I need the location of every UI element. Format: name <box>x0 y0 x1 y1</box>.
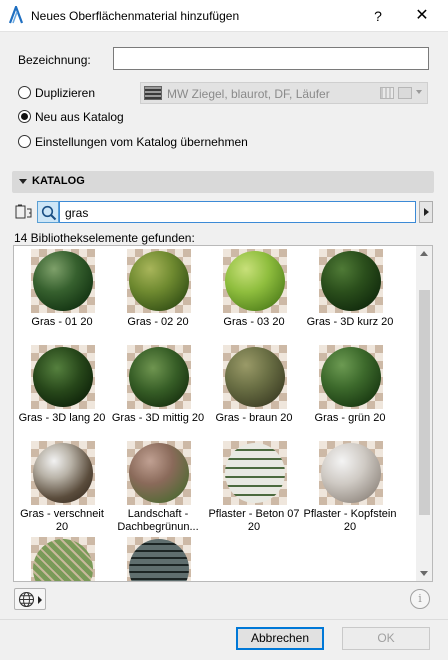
material-tile[interactable]: Gras - 01 20 <box>14 247 110 343</box>
material-sphere <box>33 347 93 407</box>
material-tile[interactable]: Gras - braun 20 <box>206 343 302 439</box>
scroll-thumb[interactable] <box>419 290 430 515</box>
material-thumbnail <box>127 441 191 505</box>
material-tile[interactable]: Landschaft - Dachbegrünun... <box>110 439 206 535</box>
image-preview-icon <box>398 87 412 99</box>
material-thumbnail <box>127 249 191 313</box>
info-button[interactable]: i <box>410 589 430 609</box>
material-sphere <box>225 347 285 407</box>
new-from-catalog-label: Neu aus Katalog <box>35 110 124 124</box>
search-toggle-button[interactable] <box>37 201 59 223</box>
duplicate-source-text: MW Ziegel, blaurot, DF, Läufer <box>167 87 330 101</box>
material-label: Gras - verschneit 20 <box>20 508 104 533</box>
search-icon <box>41 205 57 224</box>
material-thumbnail <box>319 345 383 409</box>
catalog-section-header[interactable]: KATALOG <box>12 171 434 193</box>
material-tile[interactable]: Pflaster - Beton 07 20 <box>206 439 302 535</box>
material-sphere <box>321 251 381 311</box>
material-thumbnail <box>127 537 191 581</box>
material-tile[interactable] <box>14 535 110 581</box>
material-tile[interactable]: Gras - 03 20 <box>206 247 302 343</box>
new-from-catalog-option[interactable]: Neu aus Katalog <box>18 109 158 125</box>
material-sphere <box>225 443 285 503</box>
results-count: 14 Bibliothekselemente gefunden: <box>14 231 195 245</box>
material-label: Landschaft - Dachbegrünun... <box>117 508 199 533</box>
close-button[interactable]: ✕ <box>404 4 440 28</box>
material-sphere <box>129 347 189 407</box>
duplicate-option[interactable]: Duplizieren <box>18 85 138 101</box>
search-options-button[interactable] <box>419 201 433 223</box>
material-label: Gras - 01 20 <box>31 316 93 328</box>
material-thumbnail <box>31 249 95 313</box>
globe-icon <box>18 591 35 611</box>
new-from-catalog-radio[interactable] <box>18 110 31 123</box>
pattern-preview-icon <box>380 87 394 99</box>
catalog-search-input[interactable]: gras <box>59 201 416 223</box>
duplicate-source-field: MW Ziegel, blaurot, DF, Läufer <box>140 82 428 104</box>
folder-tree-button[interactable] <box>13 201 35 223</box>
material-tile[interactable]: Gras - 02 20 <box>110 247 206 343</box>
brick-swatch-icon <box>144 86 162 100</box>
results-grid: Gras - 01 20 Gras - 02 20 Gras - 03 20 Gras… <box>13 245 433 582</box>
title-bar: Neues Oberflächenmaterial hinzufügen ? ✕ <box>0 0 448 32</box>
settings-from-catalog-radio[interactable] <box>18 135 31 148</box>
settings-from-catalog-label: Einstellungen vom Katalog übernehmen <box>35 135 248 149</box>
duplicate-radio[interactable] <box>18 86 31 99</box>
material-thumbnail <box>223 441 287 505</box>
material-label: Gras - 02 20 <box>127 316 189 328</box>
material-label: Gras - braun 20 <box>215 412 293 424</box>
material-label: Gras - 03 20 <box>223 316 285 328</box>
material-tile[interactable]: Gras - grün 20 <box>302 343 398 439</box>
scroll-down-icon[interactable] <box>420 571 428 576</box>
material-thumbnail <box>319 249 383 313</box>
material-sphere <box>321 347 381 407</box>
material-label: Gras - 3D kurz 20 <box>306 316 394 328</box>
material-tile[interactable]: Gras - 3D mittig 20 <box>110 343 206 439</box>
footer-divider <box>0 619 448 620</box>
material-label: Gras - 3D lang 20 <box>18 412 106 424</box>
material-sphere <box>321 443 381 503</box>
material-thumbnail <box>223 345 287 409</box>
material-tile[interactable]: Gras - verschneit 20 <box>14 439 110 535</box>
ok-button[interactable]: OK <box>342 627 430 650</box>
search-input-value: gras <box>65 206 89 220</box>
chevron-right-icon <box>38 596 42 604</box>
cancel-button[interactable]: Abbrechen <box>236 627 324 650</box>
collapse-triangle-icon <box>19 179 27 184</box>
material-tile[interactable]: Gras - 3D kurz 20 <box>302 247 398 343</box>
material-sphere <box>129 443 189 503</box>
material-label: Pflaster - Beton 07 20 <box>208 508 300 533</box>
scroll-up-icon[interactable] <box>420 251 428 256</box>
material-sphere <box>225 251 285 311</box>
material-thumbnail <box>31 441 95 505</box>
settings-from-catalog-option[interactable]: Einstellungen vom Katalog übernehmen <box>18 134 278 150</box>
material-label: Pflaster - Kopfstein 20 <box>303 508 397 533</box>
folder-tree-icon <box>15 204 33 223</box>
name-label: Bezeichnung: <box>18 53 91 67</box>
chevron-down-icon <box>416 90 422 94</box>
material-label: Gras - grün 20 <box>314 412 386 424</box>
window-title: Neues Oberflächenmaterial hinzufügen <box>31 9 240 23</box>
results-scrollbar[interactable] <box>416 246 432 581</box>
material-tile[interactable] <box>110 535 206 581</box>
duplicate-label: Duplizieren <box>35 86 96 100</box>
material-label: Gras - 3D mittig 20 <box>111 412 205 424</box>
catalog-section-label: KATALOG <box>32 175 85 187</box>
material-thumbnail <box>31 537 95 581</box>
name-input[interactable] <box>113 47 429 70</box>
material-sphere <box>129 539 189 581</box>
material-thumbnail <box>223 249 287 313</box>
material-thumbnail <box>319 441 383 505</box>
material-sphere <box>33 251 93 311</box>
archicad-icon <box>8 3 24 24</box>
library-source-button[interactable] <box>14 588 46 610</box>
material-tile[interactable]: Gras - 3D lang 20 <box>14 343 110 439</box>
help-button[interactable]: ? <box>364 4 392 28</box>
material-sphere <box>33 539 93 581</box>
material-tile[interactable]: Pflaster - Kopfstein 20 <box>302 439 398 535</box>
material-thumbnail <box>31 345 95 409</box>
material-thumbnail <box>127 345 191 409</box>
material-sphere <box>129 251 189 311</box>
material-sphere <box>33 443 93 503</box>
